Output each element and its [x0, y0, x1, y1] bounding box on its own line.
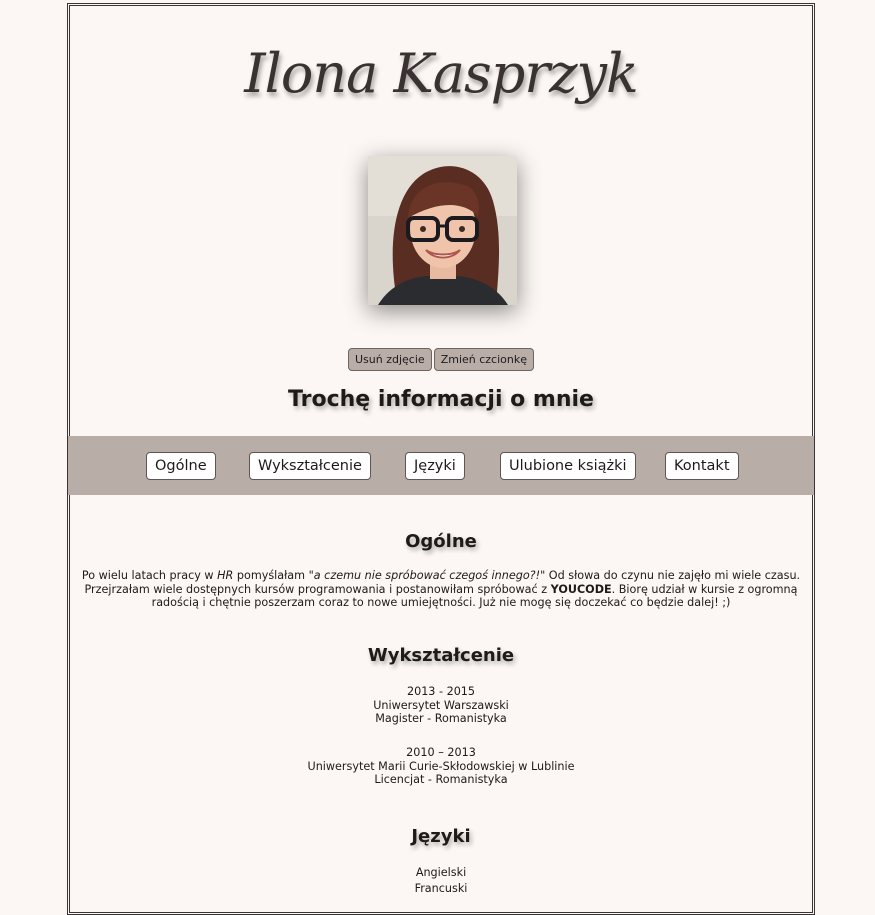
page-frame: Ilona Kasprzyk Usuń zdjęcie Zmień czcion… [67, 3, 815, 915]
general-text-2: pomyślałam [233, 569, 309, 582]
education-entry: 2013 - 2015 Uniwersytet Warszawski Magis… [68, 685, 814, 726]
education-school: Uniwersytet Marii Curie-Skłodowskiej w L… [307, 759, 575, 773]
nav-education[interactable]: Wykształcenie [249, 452, 371, 480]
language-item: Francuski [414, 882, 468, 895]
nav-favorite-books[interactable]: Ulubione książki [500, 452, 636, 480]
quote-emphasis: "a czemu nie spróbować czegoś innego?!" [308, 569, 546, 582]
remove-photo-button[interactable]: Usuń zdjęcie [348, 348, 432, 371]
general-paragraph: Po wielu latach pracy w HR pomyślałam "a… [72, 569, 810, 610]
education-title: Wykształcenie [367, 645, 515, 666]
general-text-1: Po wielu latach pracy w [81, 569, 218, 582]
education-years: 2013 - 2015 [406, 685, 476, 698]
general-title: Ogólne [405, 531, 477, 552]
nav-contact[interactable]: Kontakt [665, 452, 739, 480]
hr-emphasis: HR [217, 569, 234, 582]
languages-title: Języki [411, 826, 471, 847]
education-degree: Licencjat - Romanistyka [374, 773, 508, 786]
nav-general[interactable]: Ogólne [146, 452, 216, 480]
education-school: Uniwersytet Warszawski [373, 698, 509, 712]
about-title: Trochę informacji o mnie [288, 387, 594, 412]
profile-photo [368, 156, 517, 305]
photo-controls: Usuń zdjęcie Zmień czcionkę [68, 348, 814, 371]
education-degree: Magister - Romanistyka [375, 712, 507, 725]
language-item: Angielski [415, 866, 467, 879]
education-years: 2010 – 2013 [406, 746, 476, 759]
name-signature: Ilona Kasprzyk [244, 42, 639, 105]
nav-languages[interactable]: Języki [405, 452, 465, 480]
portrait-image [368, 156, 517, 305]
section-nav: Ogólne Wykształcenie Języki Ulubione ksi… [68, 436, 814, 495]
languages-list: Angielski Francuski [68, 865, 814, 897]
education-entry: 2010 – 2013 Uniwersytet Marii Curie-Skło… [68, 746, 814, 787]
change-font-button[interactable]: Zmień czcionkę [433, 348, 534, 371]
brand-name: YOUCODE [550, 582, 612, 596]
